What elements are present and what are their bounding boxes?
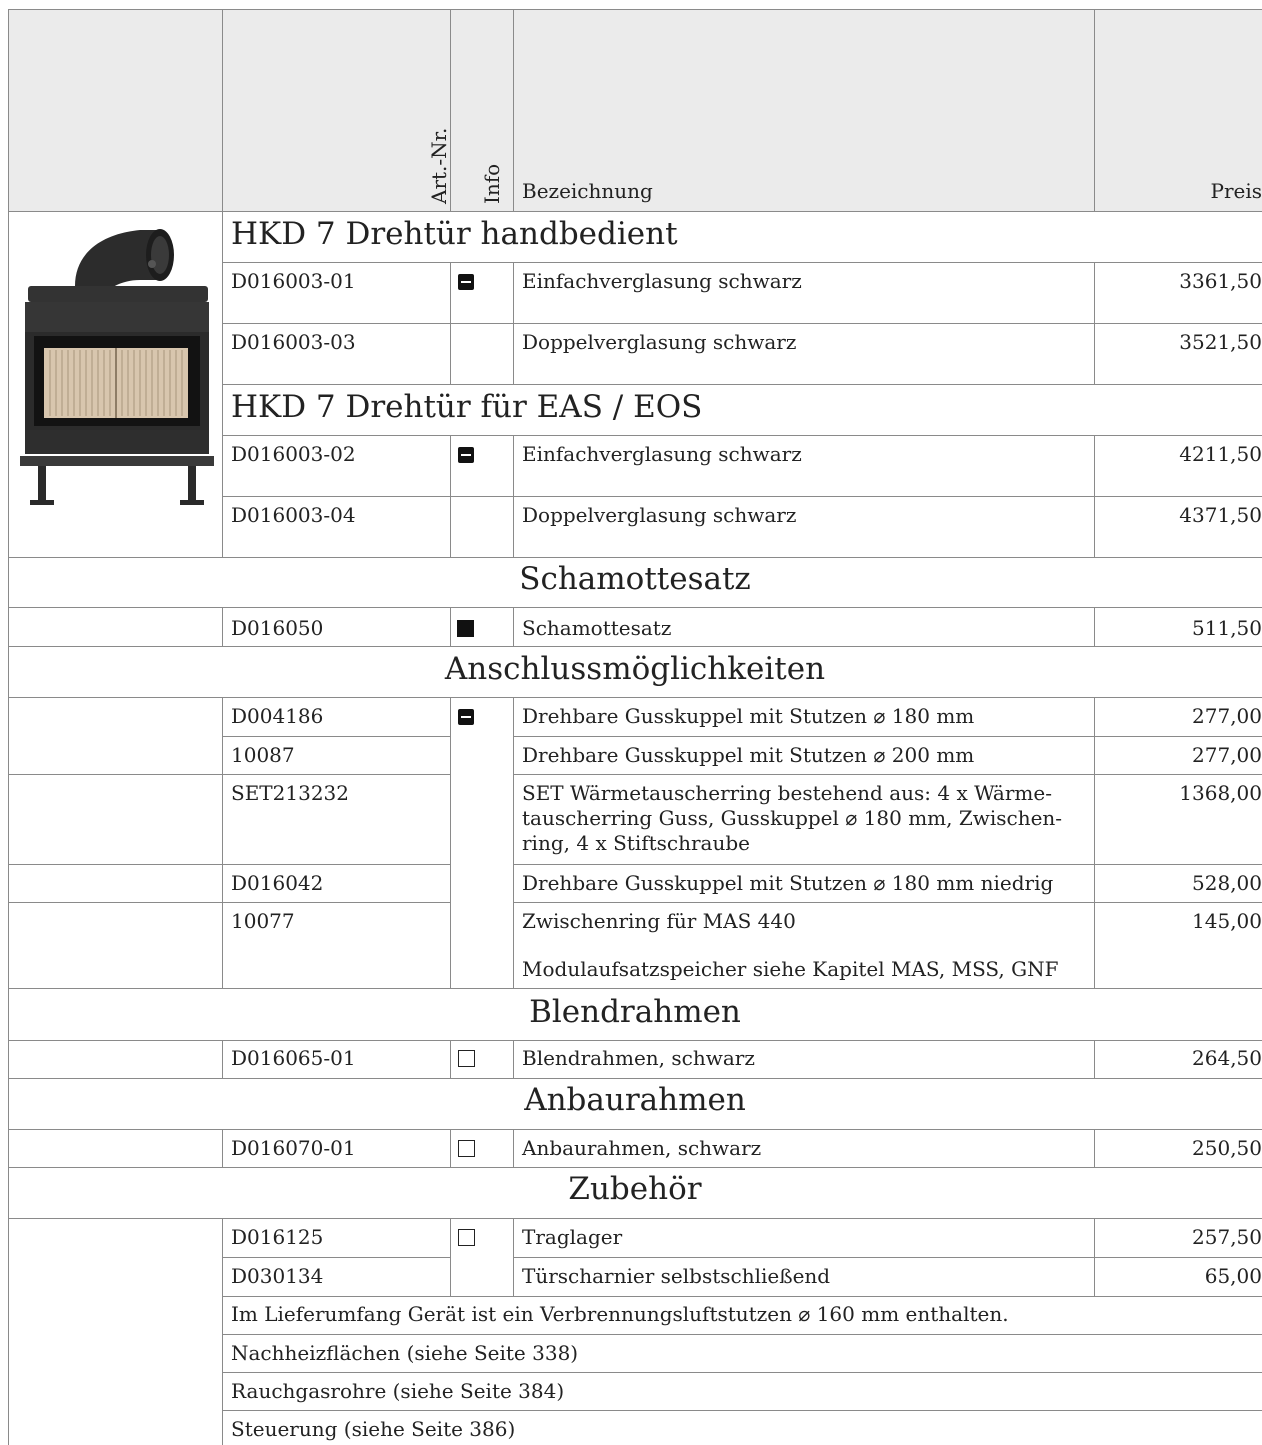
- table-row-desc: Drehbare Gusskuppel mit Stutzen ⌀ 180 mm: [522, 704, 975, 728]
- table-row-art: 10077: [231, 909, 295, 933]
- table-row-price: 264,50: [1192, 1046, 1262, 1070]
- minus-square-icon: [458, 447, 474, 463]
- table-row-art: SET213232: [231, 781, 349, 805]
- header-art-nr: Art.-Nr.: [427, 127, 451, 204]
- table-row-desc: Doppelverglasung schwarz: [522, 330, 797, 354]
- header-bezeichnung: Bezeichnung: [522, 179, 653, 203]
- table-row-art: D030134: [231, 1264, 324, 1288]
- group-title: HKD 7 Drehtür für EAS / EOS: [231, 389, 703, 425]
- filled-square-icon: [457, 620, 474, 637]
- table-row-price: 1368,00: [1179, 781, 1262, 805]
- table-row-desc: Zwischenring für MAS 440: [522, 909, 796, 933]
- table-row-desc: Doppelverglasung schwarz: [522, 503, 797, 527]
- table-row-price: 257,50: [1192, 1225, 1262, 1249]
- section-title: Schamottesatz: [519, 561, 751, 597]
- table-row-art: D016065-01: [231, 1046, 356, 1070]
- table-row-desc: Blendrahmen, schwarz: [522, 1046, 755, 1070]
- minus-square-icon: [458, 274, 474, 290]
- header-info: Info: [480, 163, 504, 204]
- table-row-art: 10087: [231, 743, 295, 767]
- note-line: Im Lieferumfang Gerät ist ein Verbrennun…: [231, 1302, 1009, 1326]
- table-row-desc: Traglager: [522, 1225, 623, 1249]
- table-row-art: D016125: [231, 1225, 324, 1249]
- table-row-desc: Schamottesatz: [522, 616, 672, 640]
- table-row-price: 145,00: [1192, 909, 1262, 933]
- table-row-price: 4211,50: [1179, 442, 1262, 466]
- table-row-desc: Einfachverglasung schwarz: [522, 442, 802, 466]
- section-title: Blendrahmen: [529, 994, 741, 1030]
- header-preis: Preis: [1210, 179, 1262, 203]
- table-row-price: 277,00: [1192, 743, 1262, 767]
- empty-square-icon: [458, 1140, 475, 1157]
- note-line: Nachheizflächen (siehe Seite 338): [231, 1341, 579, 1365]
- group-title: HKD 7 Drehtür handbedient: [231, 216, 678, 252]
- table-row-art: D016003-03: [231, 330, 356, 354]
- table-row-price: 511,50: [1192, 616, 1262, 640]
- table-row-desc: Drehbare Gusskuppel mit Stutzen ⌀ 180 mm…: [522, 871, 1054, 895]
- table-row-price: 65,00: [1204, 1264, 1262, 1288]
- table-row-desc: Drehbare Gusskuppel mit Stutzen ⌀ 200 mm: [522, 743, 975, 767]
- table-row-price: 3361,50: [1179, 269, 1262, 293]
- note-line: Steuerung (siehe Seite 386): [231, 1417, 516, 1441]
- note-line: Rauchgasrohre (siehe Seite 384): [231, 1379, 565, 1403]
- table-row-price: 277,00: [1192, 704, 1262, 728]
- table-row-desc: SET Wärmetauscherring bestehend aus: 4 x…: [522, 781, 1063, 855]
- table-row-art: D004186: [231, 704, 324, 728]
- table-row-desc: Türscharnier selbstschließend: [522, 1264, 831, 1288]
- table-row-art: D016070-01: [231, 1136, 356, 1160]
- empty-square-icon: [458, 1229, 475, 1246]
- section-title: Zubehör: [568, 1171, 702, 1207]
- table-row-desc: Anbaurahmen, schwarz: [522, 1136, 762, 1160]
- table-row-price: 528,00: [1192, 871, 1262, 895]
- table-row-art: D016042: [231, 871, 324, 895]
- table-row-art: D016050: [231, 616, 324, 640]
- table-row-desc-note: Modulaufsatzspeicher siehe Kapitel MAS, …: [522, 957, 1059, 981]
- table-row-price: 3521,50: [1179, 330, 1262, 354]
- table-row-desc: Einfachverglasung schwarz: [522, 269, 802, 293]
- section-title: Anschlussmöglichkeiten: [444, 651, 826, 687]
- minus-square-icon: [458, 709, 474, 725]
- section-title: Anbaurahmen: [524, 1082, 746, 1118]
- table-row-art: D016003-01: [231, 269, 356, 293]
- table-row-price: 250,50: [1192, 1136, 1262, 1160]
- table-row-art: D016003-04: [231, 503, 356, 527]
- table-row-art: D016003-02: [231, 442, 356, 466]
- table-row-price: 4371,50: [1179, 503, 1262, 527]
- fireplace-insert-image: [20, 229, 214, 505]
- empty-square-icon: [458, 1050, 475, 1067]
